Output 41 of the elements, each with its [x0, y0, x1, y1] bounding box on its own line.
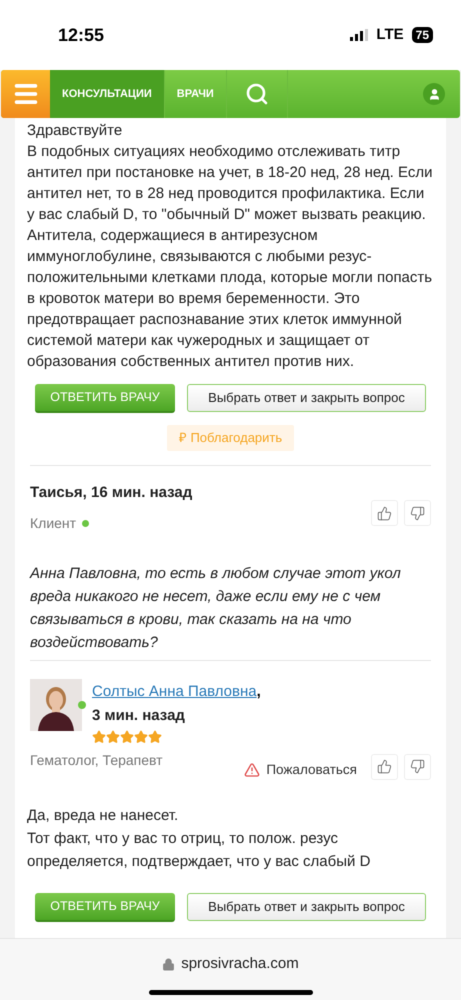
answer-paragraph: В подобных ситуациях необходимо отслеживать титр антител при постановке на учет, в 18-20 нед, 28 нед. Если антител нет, то в 28 нед проводится профилактика. Если у вас слабый D, то "обычный D" может вызвать реакцию. Антитела, содержащиеся в антирезусном иммуноглобулине, связываются с любыми резус-положительными клетками плода, которые могли попасть в кровоток матери во время беременности. Это предотвращает распознавание этих клеток иммунной системой матери как чужеродных и защищает от образования собственных антител против них.	[27, 142, 434, 372]
lock-icon	[162, 958, 176, 971]
specialty-label: Гематолог, Терапевт	[30, 750, 163, 770]
network-label: LTE	[376, 24, 404, 45]
user-icon	[428, 88, 440, 100]
dislike-button[interactable]	[404, 754, 431, 780]
answer-paragraph: Да, вреда не нанесет.	[27, 806, 180, 826]
answer-paragraph: Тот факт, что у вас то отриц, то полож. резус определяется, подтверждает, что у вас слабый D	[27, 828, 372, 872]
role-label: Клиент	[30, 514, 76, 532]
warning-icon	[244, 762, 260, 778]
status-time: 12:55	[58, 24, 104, 46]
reply-button[interactable]: ОТВЕТИТЬ ВРАЧУ	[35, 384, 175, 413]
like-button[interactable]	[371, 754, 398, 780]
comma: ,	[256, 682, 261, 702]
doctor-name-link[interactable]: Солтыс Анна Павловна	[92, 680, 257, 703]
battery-indicator: 75	[412, 27, 433, 43]
like-button[interactable]	[371, 500, 398, 526]
star-icon	[148, 730, 162, 744]
star-icon	[134, 730, 148, 744]
thumbs-down-icon	[410, 759, 425, 774]
profile-button[interactable]	[423, 83, 445, 105]
star-icon	[92, 730, 106, 744]
answer-time: 3 мин. назад	[92, 706, 186, 726]
comment-author: Таисья, 16 мин. назад	[30, 483, 192, 503]
nav-tab[interactable]: КОНСУЛЬТАЦИИ	[50, 70, 165, 118]
signal-icon	[350, 29, 368, 41]
close-question-button[interactable]: Выбрать ответ и закрыть вопрос	[187, 384, 426, 412]
close-question-button[interactable]: Выбрать ответ и закрыть вопрос	[187, 892, 426, 921]
answer-paragraph: Здравствуйте	[27, 121, 124, 141]
thumbs-down-icon	[410, 506, 425, 520]
url-text: sprosivracha.com	[181, 954, 299, 974]
thumbs-up-icon	[377, 759, 392, 774]
comment-text: Анна Павловна, то есть в любом случае этот укол вреда никакого не несет, даже если ему не с чем связываться в крови, так сказать на на что воздействовать?	[28, 564, 402, 652]
reply-button[interactable]: ОТВЕТИТЬ ВРАЧУ	[35, 892, 175, 922]
complaint-link[interactable]: Пожаловаться	[244, 760, 357, 780]
thumbs-up-icon	[377, 506, 392, 520]
thank-button[interactable]: ₽ Поблагодарить	[166, 425, 294, 451]
dislike-button[interactable]	[404, 500, 431, 526]
star-icon	[106, 730, 120, 744]
search-icon	[244, 82, 269, 106]
star-icon	[120, 730, 134, 744]
